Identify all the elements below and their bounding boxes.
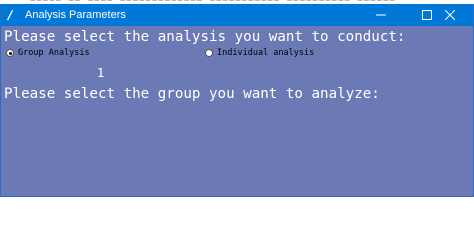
- title-bar[interactable]: ∕ Analysis Parameters: [1, 4, 473, 26]
- individual-analysis-label[interactable]: Individual analysis: [217, 48, 314, 58]
- count-value: 1: [97, 66, 105, 80]
- group-analysis-radio[interactable]: Group Analysis: [6, 48, 90, 58]
- radio-unselected-icon[interactable]: [205, 49, 213, 57]
- close-button[interactable]: [427, 4, 473, 26]
- analysis-prompt: Please select the analysis you want to c…: [4, 29, 406, 45]
- group-prompt: Please select the group you want to anal…: [4, 86, 380, 102]
- radio-selected-icon[interactable]: [6, 49, 14, 57]
- minimize-button[interactable]: [358, 4, 404, 26]
- window-content: Please select the analysis you want to c…: [1, 26, 473, 196]
- close-icon: [445, 10, 455, 20]
- analysis-parameters-window: ∕ Analysis Parameters Please select the …: [0, 4, 474, 197]
- feather-icon: ∕: [8, 8, 13, 22]
- minimize-icon: [376, 14, 386, 16]
- group-analysis-label[interactable]: Group Analysis: [18, 48, 90, 58]
- window-title: Analysis Parameters: [25, 9, 126, 21]
- individual-analysis-radio[interactable]: Individual analysis: [205, 48, 314, 58]
